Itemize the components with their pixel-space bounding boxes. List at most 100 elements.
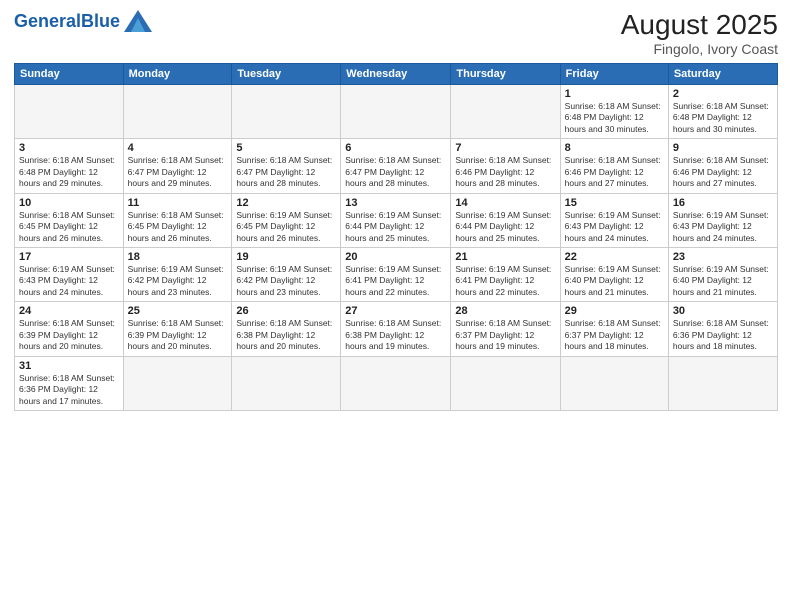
day-number: 24 xyxy=(19,305,119,317)
table-row xyxy=(123,84,232,138)
day-info: Sunrise: 6:18 AM Sunset: 6:39 PM Dayligh… xyxy=(128,318,228,352)
day-number: 31 xyxy=(19,360,119,372)
table-row: 30Sunrise: 6:18 AM Sunset: 6:36 PM Dayli… xyxy=(668,302,777,356)
table-row xyxy=(232,356,341,410)
day-number: 12 xyxy=(236,197,336,209)
day-info: Sunrise: 6:18 AM Sunset: 6:39 PM Dayligh… xyxy=(19,318,119,352)
table-row: 25Sunrise: 6:18 AM Sunset: 6:39 PM Dayli… xyxy=(123,302,232,356)
table-row: 11Sunrise: 6:18 AM Sunset: 6:45 PM Dayli… xyxy=(123,193,232,247)
day-info: Sunrise: 6:18 AM Sunset: 6:45 PM Dayligh… xyxy=(19,210,119,244)
calendar-table: Sunday Monday Tuesday Wednesday Thursday… xyxy=(14,63,778,411)
header-wednesday: Wednesday xyxy=(341,63,451,84)
day-info: Sunrise: 6:19 AM Sunset: 6:44 PM Dayligh… xyxy=(345,210,446,244)
table-row: 21Sunrise: 6:19 AM Sunset: 6:41 PM Dayli… xyxy=(451,248,560,302)
day-info: Sunrise: 6:19 AM Sunset: 6:40 PM Dayligh… xyxy=(565,264,664,298)
day-number: 7 xyxy=(455,142,555,154)
day-number: 8 xyxy=(565,142,664,154)
table-row: 4Sunrise: 6:18 AM Sunset: 6:47 PM Daylig… xyxy=(123,139,232,193)
header-saturday: Saturday xyxy=(668,63,777,84)
day-info: Sunrise: 6:18 AM Sunset: 6:38 PM Dayligh… xyxy=(236,318,336,352)
table-row: 12Sunrise: 6:19 AM Sunset: 6:45 PM Dayli… xyxy=(232,193,341,247)
logo-text: GeneralBlue xyxy=(14,12,120,30)
table-row: 17Sunrise: 6:19 AM Sunset: 6:43 PM Dayli… xyxy=(15,248,124,302)
day-info: Sunrise: 6:18 AM Sunset: 6:37 PM Dayligh… xyxy=(455,318,555,352)
calendar-subtitle: Fingolo, Ivory Coast xyxy=(621,41,778,57)
table-row: 8Sunrise: 6:18 AM Sunset: 6:46 PM Daylig… xyxy=(560,139,668,193)
day-number: 10 xyxy=(19,197,119,209)
table-row: 16Sunrise: 6:19 AM Sunset: 6:43 PM Dayli… xyxy=(668,193,777,247)
day-info: Sunrise: 6:18 AM Sunset: 6:38 PM Dayligh… xyxy=(345,318,446,352)
day-info: Sunrise: 6:18 AM Sunset: 6:46 PM Dayligh… xyxy=(565,155,664,189)
day-info: Sunrise: 6:19 AM Sunset: 6:42 PM Dayligh… xyxy=(128,264,228,298)
table-row: 14Sunrise: 6:19 AM Sunset: 6:44 PM Dayli… xyxy=(451,193,560,247)
day-number: 6 xyxy=(345,142,446,154)
logo: GeneralBlue xyxy=(14,10,152,32)
day-number: 23 xyxy=(673,251,773,263)
day-info: Sunrise: 6:18 AM Sunset: 6:47 PM Dayligh… xyxy=(128,155,228,189)
day-info: Sunrise: 6:19 AM Sunset: 6:41 PM Dayligh… xyxy=(345,264,446,298)
day-info: Sunrise: 6:18 AM Sunset: 6:46 PM Dayligh… xyxy=(673,155,773,189)
table-row: 18Sunrise: 6:19 AM Sunset: 6:42 PM Dayli… xyxy=(123,248,232,302)
day-number: 16 xyxy=(673,197,773,209)
day-number: 4 xyxy=(128,142,228,154)
table-row: 22Sunrise: 6:19 AM Sunset: 6:40 PM Dayli… xyxy=(560,248,668,302)
table-row xyxy=(451,84,560,138)
day-info: Sunrise: 6:18 AM Sunset: 6:36 PM Dayligh… xyxy=(673,318,773,352)
day-info: Sunrise: 6:19 AM Sunset: 6:45 PM Dayligh… xyxy=(236,210,336,244)
table-row: 2Sunrise: 6:18 AM Sunset: 6:48 PM Daylig… xyxy=(668,84,777,138)
day-number: 29 xyxy=(565,305,664,317)
table-row: 1Sunrise: 6:18 AM Sunset: 6:48 PM Daylig… xyxy=(560,84,668,138)
table-row: 26Sunrise: 6:18 AM Sunset: 6:38 PM Dayli… xyxy=(232,302,341,356)
day-number: 18 xyxy=(128,251,228,263)
day-info: Sunrise: 6:18 AM Sunset: 6:47 PM Dayligh… xyxy=(236,155,336,189)
weekday-header-row: Sunday Monday Tuesday Wednesday Thursday… xyxy=(15,63,778,84)
day-number: 1 xyxy=(565,88,664,100)
table-row: 20Sunrise: 6:19 AM Sunset: 6:41 PM Dayli… xyxy=(341,248,451,302)
table-row: 3Sunrise: 6:18 AM Sunset: 6:48 PM Daylig… xyxy=(15,139,124,193)
day-info: Sunrise: 6:18 AM Sunset: 6:37 PM Dayligh… xyxy=(565,318,664,352)
table-row: 28Sunrise: 6:18 AM Sunset: 6:37 PM Dayli… xyxy=(451,302,560,356)
table-row: 27Sunrise: 6:18 AM Sunset: 6:38 PM Dayli… xyxy=(341,302,451,356)
day-info: Sunrise: 6:19 AM Sunset: 6:41 PM Dayligh… xyxy=(455,264,555,298)
table-row xyxy=(15,84,124,138)
day-number: 25 xyxy=(128,305,228,317)
table-row: 7Sunrise: 6:18 AM Sunset: 6:46 PM Daylig… xyxy=(451,139,560,193)
table-row xyxy=(668,356,777,410)
day-info: Sunrise: 6:18 AM Sunset: 6:47 PM Dayligh… xyxy=(345,155,446,189)
table-row xyxy=(451,356,560,410)
day-info: Sunrise: 6:19 AM Sunset: 6:43 PM Dayligh… xyxy=(19,264,119,298)
day-number: 5 xyxy=(236,142,336,154)
table-row xyxy=(560,356,668,410)
table-row: 19Sunrise: 6:19 AM Sunset: 6:42 PM Dayli… xyxy=(232,248,341,302)
table-row: 10Sunrise: 6:18 AM Sunset: 6:45 PM Dayli… xyxy=(15,193,124,247)
day-number: 30 xyxy=(673,305,773,317)
table-row: 29Sunrise: 6:18 AM Sunset: 6:37 PM Dayli… xyxy=(560,302,668,356)
logo-icon xyxy=(124,10,152,32)
table-row xyxy=(341,84,451,138)
day-info: Sunrise: 6:19 AM Sunset: 6:43 PM Dayligh… xyxy=(673,210,773,244)
day-info: Sunrise: 6:19 AM Sunset: 6:44 PM Dayligh… xyxy=(455,210,555,244)
header-tuesday: Tuesday xyxy=(232,63,341,84)
logo-general: General xyxy=(14,11,81,31)
day-info: Sunrise: 6:19 AM Sunset: 6:42 PM Dayligh… xyxy=(236,264,336,298)
day-number: 21 xyxy=(455,251,555,263)
table-row: 6Sunrise: 6:18 AM Sunset: 6:47 PM Daylig… xyxy=(341,139,451,193)
day-info: Sunrise: 6:19 AM Sunset: 6:40 PM Dayligh… xyxy=(673,264,773,298)
logo-blue: Blue xyxy=(81,11,120,31)
day-number: 22 xyxy=(565,251,664,263)
table-row: 13Sunrise: 6:19 AM Sunset: 6:44 PM Dayli… xyxy=(341,193,451,247)
day-number: 15 xyxy=(565,197,664,209)
day-number: 27 xyxy=(345,305,446,317)
table-row: 23Sunrise: 6:19 AM Sunset: 6:40 PM Dayli… xyxy=(668,248,777,302)
table-row: 15Sunrise: 6:19 AM Sunset: 6:43 PM Dayli… xyxy=(560,193,668,247)
day-info: Sunrise: 6:19 AM Sunset: 6:43 PM Dayligh… xyxy=(565,210,664,244)
header: GeneralBlue August 2025 Fingolo, Ivory C… xyxy=(14,10,778,57)
day-number: 14 xyxy=(455,197,555,209)
table-row xyxy=(123,356,232,410)
table-row xyxy=(232,84,341,138)
day-info: Sunrise: 6:18 AM Sunset: 6:45 PM Dayligh… xyxy=(128,210,228,244)
day-info: Sunrise: 6:18 AM Sunset: 6:46 PM Dayligh… xyxy=(455,155,555,189)
table-row: 31Sunrise: 6:18 AM Sunset: 6:36 PM Dayli… xyxy=(15,356,124,410)
calendar-title: August 2025 xyxy=(621,10,778,41)
day-number: 9 xyxy=(673,142,773,154)
